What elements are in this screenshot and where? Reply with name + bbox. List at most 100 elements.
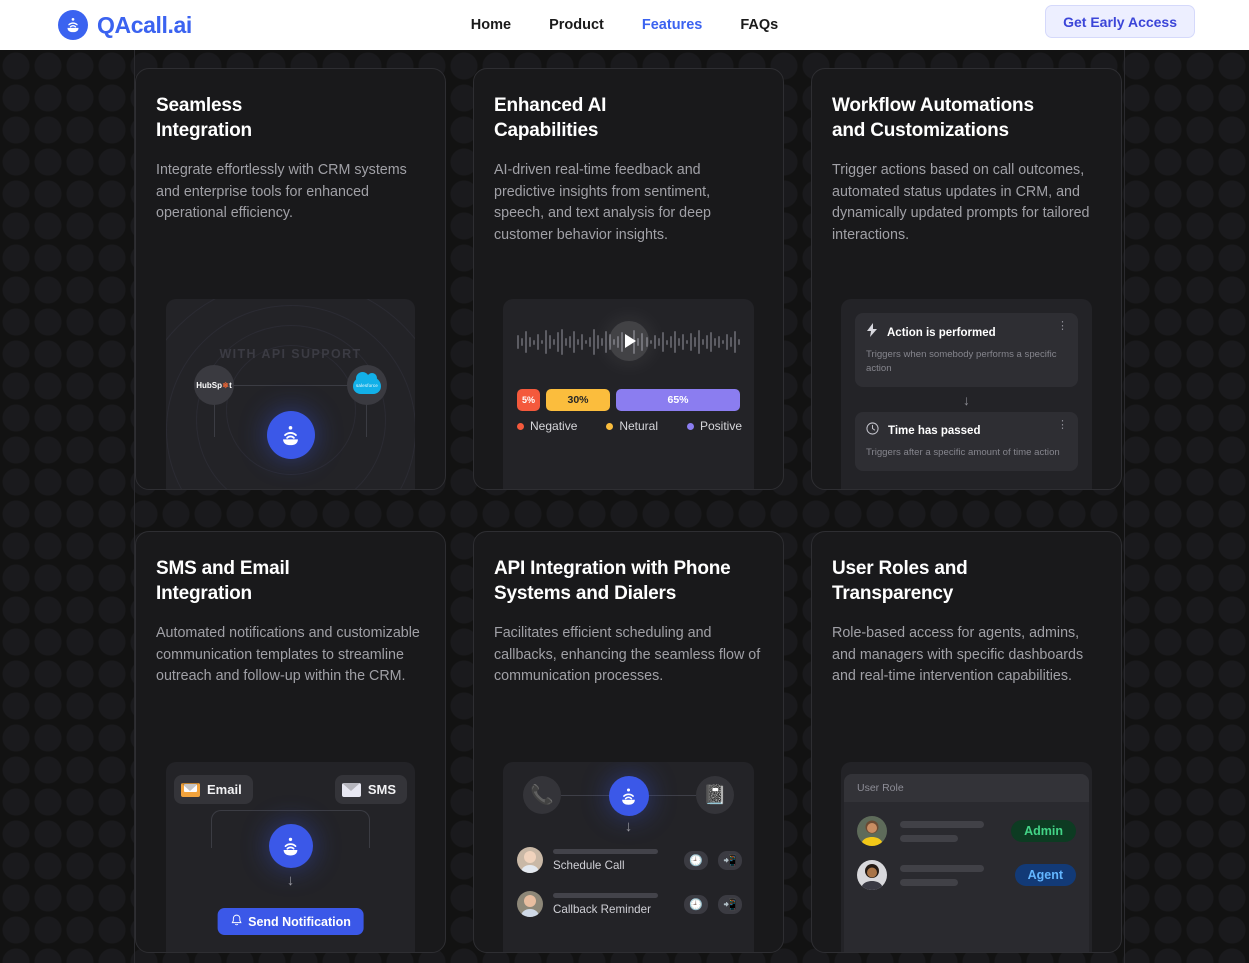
nav-link-faqs[interactable]: FAQs	[740, 17, 778, 33]
legend-dot-negative	[517, 422, 524, 430]
nav-link-product[interactable]: Product	[549, 17, 604, 33]
send-notification-button[interactable]: Send Notification	[217, 908, 364, 935]
kebab-menu-icon[interactable]: ⋮	[1057, 420, 1068, 431]
workflow-step-sub: Triggers after a specific amount of time…	[866, 447, 1060, 458]
call-row-label: Callback Reminder	[553, 902, 651, 916]
features-section: Seamless Integration Integrate effortles…	[0, 50, 1249, 963]
qacall-logo-icon	[58, 10, 88, 40]
card-title: API Integration with Phone Systems and D…	[494, 558, 731, 604]
email-chip: Email	[174, 775, 253, 804]
top-navbar: QAcall.ai Home Product Features FAQs Get…	[0, 0, 1249, 50]
sentiment-analysis-panel: 5% 30% 65% Negative Netural Positive	[503, 299, 754, 489]
hubspot-node: HubSp⚛t	[194, 365, 234, 405]
sms-envelope-icon	[341, 782, 361, 797]
workflow-step-sub: Triggers when somebody performs a specif…	[866, 349, 1057, 374]
callback-phone-icon[interactable]: 📲	[718, 894, 742, 914]
legend-dot-positive	[686, 422, 694, 430]
call-row-label: Schedule Call	[553, 858, 625, 872]
callback-phone-icon[interactable]: 📲	[718, 850, 742, 870]
sms-chip-label: SMS	[367, 782, 396, 797]
salesforce-cloud-icon: salesforce	[353, 371, 381, 394]
brand-logo-group[interactable]: QAcall.ai	[58, 10, 192, 40]
call-row-callback[interactable]: Callback Reminder 🕘 📲	[517, 891, 742, 917]
lightning-icon	[866, 323, 878, 342]
card-visual: Email SMS ↓ Send Notification	[136, 762, 445, 952]
status-badge-admin: Admin	[1011, 820, 1076, 842]
man-avatar	[517, 891, 543, 917]
row-skeleton	[900, 820, 998, 842]
arrow-down-icon: ↓	[286, 872, 295, 889]
card-title: Seamless Integration	[156, 95, 252, 141]
row-skeleton	[900, 864, 1002, 886]
card-visual: 📞 📓 ↓ Schedule Call 🕘 📲 Callback Reminde…	[474, 762, 783, 952]
feature-card-enhanced-ai[interactable]: Enhanced AI Capabilities AI-driven real-…	[473, 68, 784, 490]
legend-dot-neutral	[606, 422, 614, 430]
sentiment-bar-chart: 5% 30% 65%	[517, 389, 740, 411]
integration-radar-panel: WITH API SUPPORT HubSp⚛t salesforce	[166, 299, 415, 489]
arrow-down-icon: ↓	[624, 818, 633, 835]
sms-chip: SMS	[334, 775, 407, 804]
sentiment-bar-positive: 65%	[616, 389, 740, 411]
card-visual: Action is performed Triggers when somebo…	[812, 299, 1121, 489]
send-notification-label: Send Notification	[248, 914, 351, 929]
legend-label-negative: Negative	[530, 419, 578, 433]
woman-dark-avatar	[857, 860, 887, 890]
email-envelope-icon	[181, 782, 200, 797]
card-description: Trigger actions based on call outcomes, …	[832, 162, 1090, 243]
nav-link-home[interactable]: Home	[471, 17, 511, 33]
user-role-table-header: User Role	[844, 774, 1089, 802]
clock-icon	[866, 422, 879, 440]
salesforce-label: salesforce	[355, 382, 378, 388]
get-early-access-button[interactable]: Get Early Access	[1045, 5, 1195, 38]
brand-name: QAcall.ai	[97, 11, 192, 38]
card-title: User Roles and Transparency	[832, 558, 968, 604]
api-support-caption: WITH API SUPPORT	[219, 347, 362, 361]
feature-card-api-integration[interactable]: API Integration with Phone Systems and D…	[473, 531, 784, 953]
play-icon[interactable]	[608, 321, 649, 361]
row-skeleton	[553, 892, 658, 898]
feature-card-workflow-automations[interactable]: Workflow Automations and Customizations …	[811, 68, 1122, 490]
table-row[interactable]: Agent	[844, 846, 1089, 890]
feature-card-user-roles[interactable]: User Roles and Transparency Role-based a…	[811, 531, 1122, 953]
arrow-down-icon: ↓	[963, 392, 970, 408]
workflow-step-title: Time has passed	[888, 425, 981, 437]
card-visual: User Role Admin Agent	[812, 762, 1121, 952]
table-row[interactable]: Admin	[844, 802, 1089, 846]
sentiment-bar-negative: 5%	[517, 389, 540, 411]
legend-label-neutral: Netural	[619, 419, 659, 433]
card-title: SMS and Email Integration	[156, 558, 290, 604]
workflow-step-time-passed[interactable]: Time has passed Triggers after a specifi…	[855, 412, 1078, 471]
legend-item-neutral: Netural	[606, 419, 658, 433]
qacall-logo-icon	[608, 776, 649, 816]
workflow-step-title: Action is performed	[887, 326, 996, 339]
hubspot-label: HubSp⚛t	[196, 380, 232, 390]
clock-icon[interactable]: 🕘	[684, 894, 708, 914]
sentiment-bar-neutral: 30%	[546, 389, 610, 411]
qacall-logo-icon	[268, 824, 313, 868]
workflow-step-action-performed[interactable]: Action is performed Triggers when somebo…	[855, 313, 1078, 387]
legend-item-positive: Positive	[686, 419, 742, 433]
phone-directory-icon: 📓	[696, 776, 734, 814]
feature-card-grid: Seamless Integration Integrate effortles…	[0, 50, 1249, 953]
card-description: Role-based access for agents, admins, an…	[832, 625, 1084, 684]
card-description: AI-driven real-time feedback and predict…	[494, 162, 711, 243]
woman-avatar	[517, 847, 543, 873]
salesforce-node: salesforce	[347, 365, 387, 405]
sms-email-flow-panel: Email SMS ↓ Send Notification	[166, 762, 415, 952]
feature-card-sms-email[interactable]: SMS and Email Integration Automated noti…	[135, 531, 446, 953]
ringing-phone-icon: 📞	[523, 776, 561, 814]
user-roles-panel: User Role Admin Agent	[841, 762, 1092, 952]
woman-yellow-avatar	[857, 816, 887, 846]
qacall-logo-icon	[266, 411, 315, 459]
card-description: Facilitates efficient scheduling and cal…	[494, 625, 761, 684]
call-row-schedule[interactable]: Schedule Call 🕘 📲	[517, 847, 742, 873]
bell-icon	[230, 914, 242, 930]
clock-icon[interactable]: 🕘	[684, 850, 708, 870]
feature-card-seamless-integration[interactable]: Seamless Integration Integrate effortles…	[135, 68, 446, 490]
card-visual: 5% 30% 65% Negative Netural Positive	[474, 299, 783, 489]
status-badge-agent: Agent	[1014, 864, 1076, 886]
nav-link-features[interactable]: Features	[642, 17, 702, 33]
legend-item-negative: Negative	[517, 419, 577, 433]
kebab-menu-icon[interactable]: ⋮	[1057, 321, 1068, 332]
legend-label-positive: Positive	[699, 419, 742, 433]
